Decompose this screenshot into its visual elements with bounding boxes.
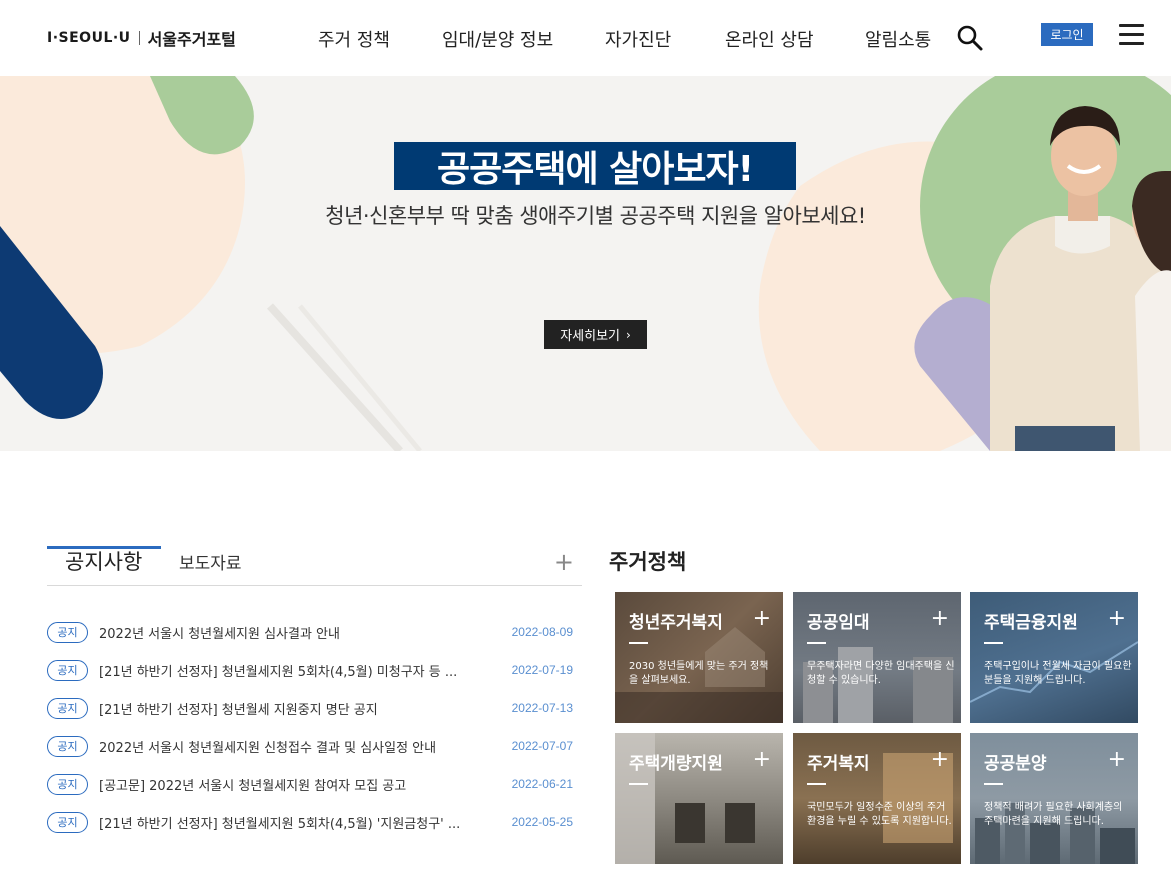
- notice-title: [공고문] 2022년 서울시 청년월세지원 참여자 모집 공고: [99, 778, 407, 794]
- card-title: 주택금융지원: [984, 613, 1078, 633]
- notice-date: 2022-08-09: [511, 625, 573, 639]
- plus-icon: +: [752, 606, 771, 631]
- card-description: 주택구입이나 전월세 자금이 필요한 분들을 지원해 드립니다.: [984, 661, 1132, 686]
- logo-brand: I·SEOUL·U: [47, 30, 131, 46]
- notice-row[interactable]: 공지 [21년 하반기 선정자] 청년월세 지원중지 명단 공지 2022-07…: [47, 695, 577, 721]
- notice-badge: 공지: [47, 811, 88, 833]
- card-description: 무주택자라면 다양한 임대주택을 신청할 수 있습니다.: [807, 661, 955, 686]
- site-logo[interactable]: I·SEOUL·U 서울주거포털: [47, 27, 236, 49]
- hero-banner: 공공주택에 살아보자! 청년·신혼부부 딱 맞춤 생애주기별 공공주택 지원을 …: [0, 76, 1171, 451]
- notice-title: [21년 하반기 선정자] 청년월세지원 5회차(4,5월) 미청구자 등 ..…: [99, 664, 458, 680]
- nav-rental-sale-info[interactable]: 임대/분양 정보: [442, 26, 553, 52]
- notice-row[interactable]: 공지 2022년 서울시 청년월세지원 심사결과 안내 2022-08-09: [47, 619, 577, 645]
- notice-date: 2022-07-19: [511, 663, 573, 677]
- tab-press-release[interactable]: 보도자료: [179, 549, 242, 574]
- card-description: 2030 청년들에게 맞는 주거 정책을 살펴보세요.: [629, 661, 769, 686]
- logo-divider: [138, 31, 140, 45]
- card-divider: [629, 642, 648, 644]
- nav-housing-policy[interactable]: 주거 정책: [318, 26, 390, 52]
- notice-row[interactable]: 공지 [21년 하반기 선정자] 청년월세지원 5회차(4,5월) '지원금청구…: [47, 809, 577, 835]
- nav-online-consult[interactable]: 온라인 상담: [725, 26, 814, 52]
- notice-date: 2022-05-25: [511, 815, 573, 829]
- card-title: 청년주거복지: [629, 613, 723, 633]
- card-divider: [629, 783, 648, 785]
- policy-card-public-sale[interactable]: 공공분양 + 정책적 배려가 필요한 사회계층의 주택마련을 지원해 드립니다.: [970, 733, 1138, 864]
- nav-self-diagnosis[interactable]: 자가진단: [605, 26, 671, 52]
- tab-notice[interactable]: 공지사항: [65, 546, 142, 576]
- card-divider: [807, 642, 826, 644]
- tab-active-underline: [47, 546, 161, 549]
- policy-card-youth-housing[interactable]: 청년주거복지 + 2030 청년들에게 맞는 주거 정책을 살펴보세요.: [615, 592, 783, 723]
- card-description: 정책적 배려가 필요한 사회계층의 주택마련을 지원해 드립니다.: [984, 802, 1123, 827]
- site-header: I·SEOUL·U 서울주거포털 주거 정책 임대/분양 정보 자가진단 온라인…: [0, 0, 1171, 76]
- notice-row[interactable]: 공지 [공고문] 2022년 서울시 청년월세지원 참여자 모집 공고 2022…: [47, 771, 577, 797]
- nav-notice-communication[interactable]: 알림소통: [865, 26, 931, 52]
- menu-icon[interactable]: [1119, 24, 1146, 46]
- notice-badge: 공지: [47, 659, 88, 681]
- chevron-right-icon: ›: [626, 327, 631, 342]
- search-icon[interactable]: [956, 24, 984, 52]
- hero-title: 공공주택에 살아보자!: [394, 142, 796, 190]
- notice-board: 공지사항 보도자료 + 공지 2022년 서울시 청년월세지원 심사결과 안내 …: [47, 540, 582, 833]
- card-description: 국민모두가 일정수준 이상의 주거 환경을 누릴 수 있도록 지원합니다.: [807, 802, 952, 827]
- notice-badge: 공지: [47, 773, 88, 795]
- notice-title: [21년 하반기 선정자] 청년월세 지원중지 명단 공지: [99, 702, 378, 718]
- policy-card-housing-welfare[interactable]: 주거복지 + 국민모두가 일정수준 이상의 주거 환경을 누릴 수 있도록 지원…: [793, 733, 961, 864]
- policy-card-housing-improvement[interactable]: 주택개량지원 +: [615, 733, 783, 864]
- plus-icon: +: [1107, 747, 1126, 772]
- notice-date: 2022-07-07: [511, 739, 573, 753]
- hero-subtitle: 청년·신혼부부 딱 맞춤 생애주기별 공공주택 지원을 알아보세요!: [325, 204, 866, 228]
- plus-icon: +: [930, 747, 949, 772]
- notice-title: 2022년 서울시 청년월세지원 신청접수 결과 및 심사일정 안내: [99, 740, 437, 756]
- notice-badge: 공지: [47, 735, 88, 757]
- notice-badge: 공지: [47, 697, 88, 719]
- card-title: 주택개량지원: [629, 754, 723, 774]
- notice-row[interactable]: 공지 [21년 하반기 선정자] 청년월세지원 5회차(4,5월) 미청구자 등…: [47, 657, 577, 683]
- login-button[interactable]: 로그인: [1041, 23, 1093, 46]
- card-title: 주거복지: [807, 754, 870, 774]
- hero-detail-label: 자세히보기: [560, 329, 620, 344]
- policy-section-title: 주거정책: [609, 550, 687, 574]
- notice-title: 2022년 서울시 청년월세지원 심사결과 안내: [99, 626, 340, 642]
- hero-detail-button[interactable]: 자세히보기 ›: [544, 320, 647, 349]
- card-divider: [984, 783, 1003, 785]
- card-title: 공공임대: [807, 613, 870, 633]
- plus-icon: +: [1107, 606, 1126, 631]
- notice-more-plus-icon[interactable]: +: [554, 550, 574, 574]
- notice-date: 2022-07-13: [511, 701, 573, 715]
- policy-card-public-rental[interactable]: 공공임대 + 무주택자라면 다양한 임대주택을 신청할 수 있습니다.: [793, 592, 961, 723]
- notice-row[interactable]: 공지 2022년 서울시 청년월세지원 신청접수 결과 및 심사일정 안내 20…: [47, 733, 577, 759]
- policy-card-housing-finance[interactable]: 주택금융지원 + 주택구입이나 전월세 자금이 필요한 분들을 지원해 드립니다…: [970, 592, 1138, 723]
- plus-icon: +: [752, 747, 771, 772]
- logo-site-name: 서울주거포털: [147, 30, 236, 49]
- card-divider: [984, 642, 1003, 644]
- plus-icon: +: [930, 606, 949, 631]
- notice-badge: 공지: [47, 621, 88, 643]
- card-divider: [807, 783, 826, 785]
- couple-photo: [990, 106, 1171, 451]
- notice-tabs: 공지사항 보도자료 +: [47, 540, 582, 586]
- card-title: 공공분양: [984, 754, 1047, 774]
- notice-date: 2022-06-21: [511, 777, 573, 791]
- notice-title: [21년 하반기 선정자] 청년월세지원 5회차(4,5월) '지원금청구' .…: [99, 816, 461, 832]
